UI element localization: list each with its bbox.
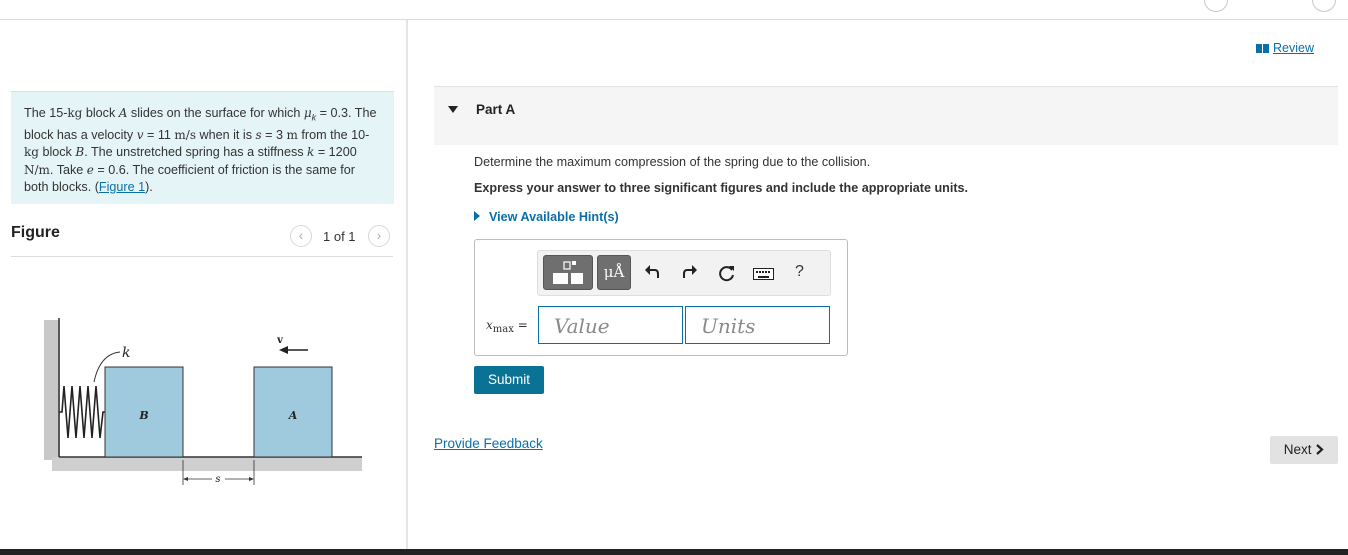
math-symbol: B: [75, 145, 85, 160]
problem-text: from the 10-: [297, 127, 370, 142]
figure-link[interactable]: Figure 1: [99, 180, 145, 194]
problem-statement: The 15-kg block A slides on the surface …: [11, 91, 394, 204]
block-b-label: B: [138, 409, 148, 422]
reset-icon[interactable]: [718, 264, 736, 282]
velocity-arrowhead: [279, 346, 288, 354]
bottom-bar: [0, 549, 1348, 555]
chevron-right-icon: ›: [376, 227, 382, 243]
dimension-arrow-right: [249, 477, 254, 481]
chevron-left-icon: ‹: [298, 227, 304, 243]
units-icon: μÅ: [603, 263, 625, 281]
spring: [59, 385, 105, 439]
wall-shading: [44, 320, 60, 460]
figure-diagram: k B A v s: [44, 318, 362, 485]
templates-button[interactable]: [543, 255, 593, 290]
block-a-label: A: [288, 409, 298, 422]
problem-text: = 1200: [314, 145, 357, 160]
part-a-header[interactable]: [434, 86, 1338, 145]
view-hints-link[interactable]: View Available Hint(s): [474, 210, 619, 224]
problem-text: = 3: [261, 127, 287, 142]
figure-next-button[interactable]: ›: [368, 225, 390, 247]
math-symbol: e: [86, 162, 94, 177]
unit-text: kg: [67, 106, 83, 120]
units-button[interactable]: μÅ: [597, 255, 631, 290]
review-label: Review: [1273, 41, 1314, 55]
next-label: Next: [1283, 442, 1312, 457]
dimension-label: s: [215, 474, 220, 485]
undo-icon[interactable]: [644, 264, 660, 280]
problem-text: . Take: [49, 162, 87, 177]
next-button[interactable]: Next: [1270, 436, 1338, 464]
redo-icon[interactable]: [682, 264, 698, 280]
problem-text: slides on the surface for which: [127, 106, 304, 120]
value-input[interactable]: Value: [538, 306, 683, 344]
figure-prev-button[interactable]: ‹: [290, 225, 312, 247]
units-input[interactable]: Units: [685, 306, 830, 344]
unit-text: m: [286, 127, 298, 142]
caret-down-icon[interactable]: [448, 106, 458, 113]
unit-text: m/s: [174, 127, 197, 142]
problem-text: block: [82, 106, 119, 120]
top-bar: [0, 0, 1348, 20]
hints-label: View Available Hint(s): [489, 210, 619, 224]
chevron-right-icon: [1316, 444, 1324, 455]
keyboard-icon[interactable]: [753, 268, 774, 280]
unit-text: kg: [24, 145, 39, 160]
pane-divider[interactable]: [406, 20, 408, 550]
caret-right-icon: [474, 211, 480, 221]
velocity-label: v: [276, 335, 284, 346]
spring-label: k: [122, 345, 130, 361]
book-icon: [1256, 44, 1269, 53]
question-text: Determine the maximum compression of the…: [474, 155, 871, 169]
figure-divider: [11, 256, 393, 257]
problem-text: = 11: [143, 127, 175, 142]
templates-icon: [553, 261, 583, 284]
floor-shading: [52, 457, 362, 471]
provide-feedback-link[interactable]: Provide Feedback: [434, 436, 543, 451]
problem-text: when it is: [196, 127, 256, 142]
unit-text: N/m: [24, 162, 50, 177]
dimension-arrow-left: [183, 477, 188, 481]
review-link[interactable]: Review: [1256, 41, 1314, 55]
instruction-text: Express your answer to three significant…: [474, 181, 969, 195]
part-a-title[interactable]: Part A: [476, 102, 515, 117]
figure-pager: 1 of 1: [323, 229, 356, 244]
problem-text: block: [38, 145, 76, 160]
figure-title: Figure: [11, 224, 60, 241]
submit-button[interactable]: Submit: [474, 366, 544, 394]
problem-text: . The unstretched spring has a stiffness: [84, 145, 308, 160]
variable-label: xmax =: [486, 318, 528, 335]
problem-text: ).: [145, 180, 153, 195]
problem-text: The 15-: [24, 106, 68, 120]
help-icon[interactable]: ?: [795, 263, 804, 281]
math-symbol: μ: [303, 106, 312, 120]
